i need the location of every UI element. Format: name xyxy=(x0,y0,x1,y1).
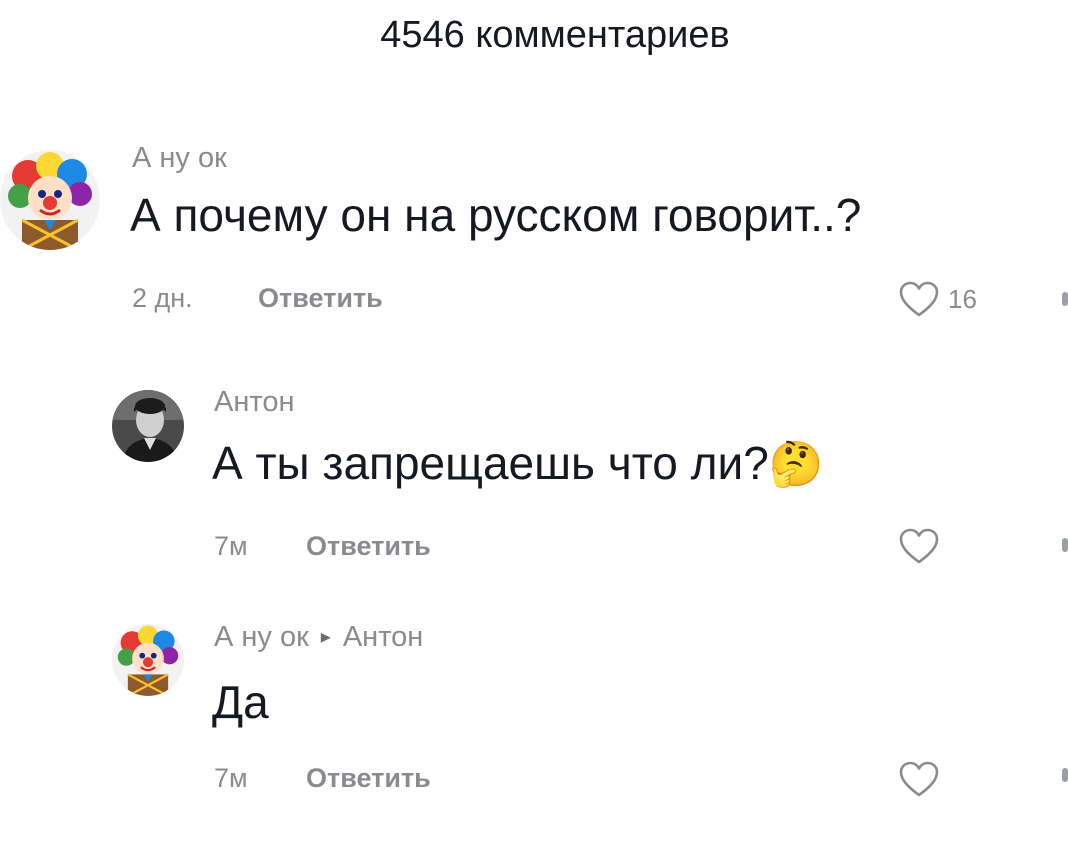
clown-avatar-icon xyxy=(112,624,184,696)
reply-to-arrow-icon: ▸ xyxy=(320,626,331,648)
reply-button[interactable]: Ответить xyxy=(306,763,431,794)
comment-text: А почему он на русском говорит..? xyxy=(130,189,862,241)
edge-indicator xyxy=(1062,292,1068,306)
reply-username-line: А ну ок ▸ Антон xyxy=(214,621,423,654)
like-count: 16 xyxy=(948,283,977,314)
reply-time: 7м xyxy=(214,763,248,793)
reply-text: Да xyxy=(212,676,269,728)
reply-username[interactable]: Антон xyxy=(214,386,294,419)
user-avatar[interactable] xyxy=(0,150,100,250)
reply-text-content: А ты запрещаешь что ли? xyxy=(212,437,769,489)
reply-button[interactable]: Ответить xyxy=(306,531,431,562)
clown-avatar-icon xyxy=(0,150,100,250)
reply-text: А ты запрещаешь что ли?🤔 xyxy=(212,436,824,490)
heart-icon xyxy=(899,528,939,564)
man-portrait-avatar-icon xyxy=(112,390,184,462)
edge-indicator xyxy=(1062,538,1068,552)
like-button[interactable]: 16 xyxy=(898,280,977,318)
thinking-face-icon: 🤔 xyxy=(768,440,824,489)
heart-icon xyxy=(899,761,939,797)
user-avatar[interactable] xyxy=(112,624,184,696)
like-button[interactable] xyxy=(898,527,940,565)
comment-username[interactable]: А ну ок xyxy=(132,142,227,175)
edge-indicator xyxy=(1062,768,1068,782)
comment-time: 2 дн. xyxy=(132,283,193,313)
like-button[interactable] xyxy=(898,760,940,798)
reply-to-username[interactable]: Антон xyxy=(343,621,423,653)
reply-username[interactable]: А ну ок xyxy=(214,621,309,653)
user-avatar[interactable] xyxy=(112,390,184,462)
heart-icon xyxy=(899,281,939,317)
reply-button[interactable]: Ответить xyxy=(258,283,383,314)
reply-time: 7м xyxy=(214,531,248,561)
comments-count-title: 4546 комментариев xyxy=(380,14,730,56)
